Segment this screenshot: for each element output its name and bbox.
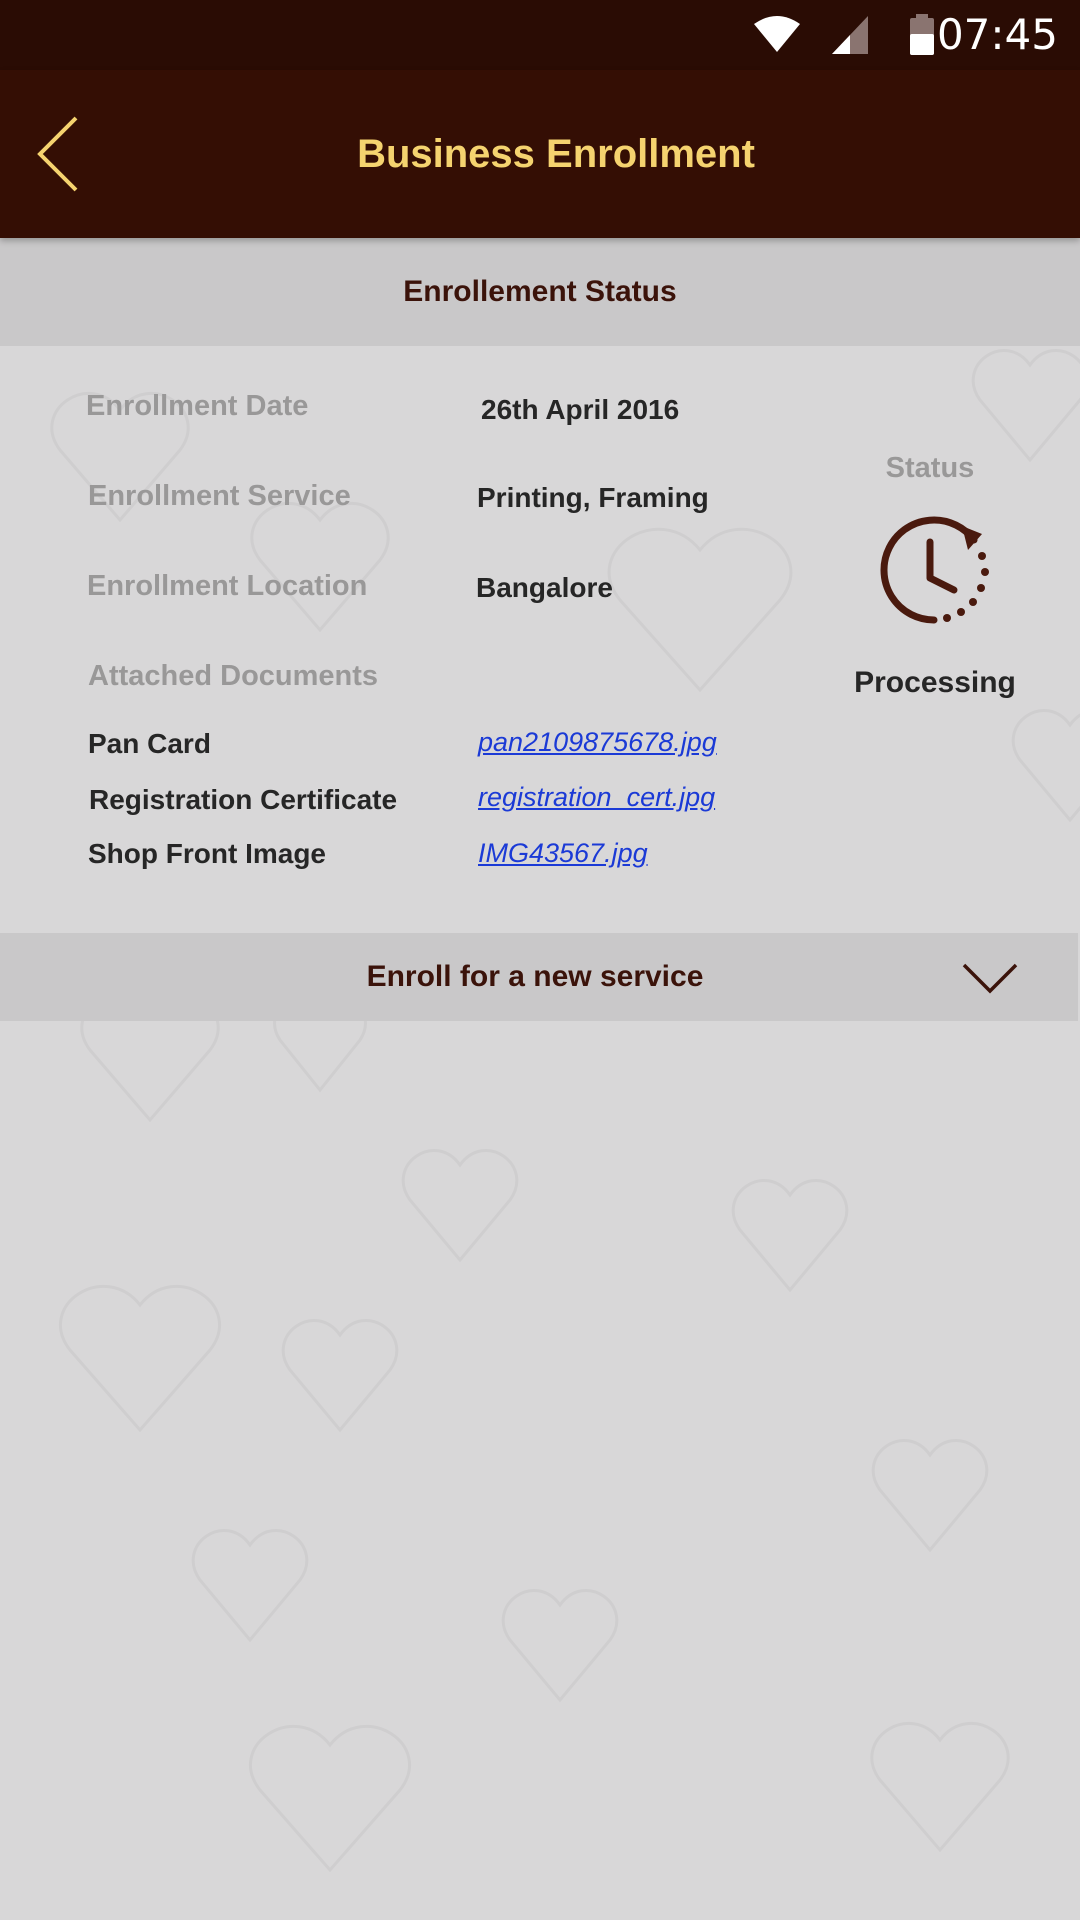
- status-bar: 07:45: [0, 0, 1080, 70]
- page-title: Business Enrollment: [357, 132, 755, 176]
- battery-icon: [910, 14, 934, 55]
- section-title-label: Enrollement Status: [403, 275, 677, 308]
- document-link[interactable]: pan2109875678.jpg: [478, 727, 717, 758]
- document-link[interactable]: IMG43567.jpg: [478, 838, 648, 869]
- document-name: Registration Certificate: [89, 784, 398, 815]
- cellular-signal-icon: [832, 16, 868, 54]
- document-name: Pan Card: [88, 728, 211, 759]
- clock-history-icon: [880, 516, 989, 624]
- enrollment-service-label: Enrollment Service: [88, 480, 351, 512]
- attached-documents-label: Attached Documents: [88, 660, 379, 692]
- section-title-enrollment-status: Enrollement Status: [0, 238, 1080, 346]
- enrollment-location-label: Enrollment Location: [87, 570, 368, 602]
- enrollment-service-value: Printing, Framing: [477, 482, 709, 513]
- enroll-new-service-toggle[interactable]: Enroll for a new service: [0, 933, 1078, 1021]
- clock-time: 07:45: [936, 10, 1058, 59]
- status-label: Status: [885, 452, 975, 484]
- enroll-new-service-label: Enroll for a new service: [366, 960, 704, 993]
- wifi-icon: [754, 16, 800, 52]
- document-name: Shop Front Image: [88, 838, 326, 869]
- enrollment-location-value: Bangalore: [476, 572, 613, 603]
- app-bar: Business Enrollment: [0, 70, 1080, 238]
- enrollment-date-label: Enrollment Date: [86, 390, 309, 422]
- chevron-down-icon: [962, 963, 1018, 994]
- document-link[interactable]: registration_cert.jpg: [478, 782, 715, 813]
- enrollment-date-value: 26th April 2016: [481, 394, 680, 425]
- status-value: Processing: [854, 666, 1016, 699]
